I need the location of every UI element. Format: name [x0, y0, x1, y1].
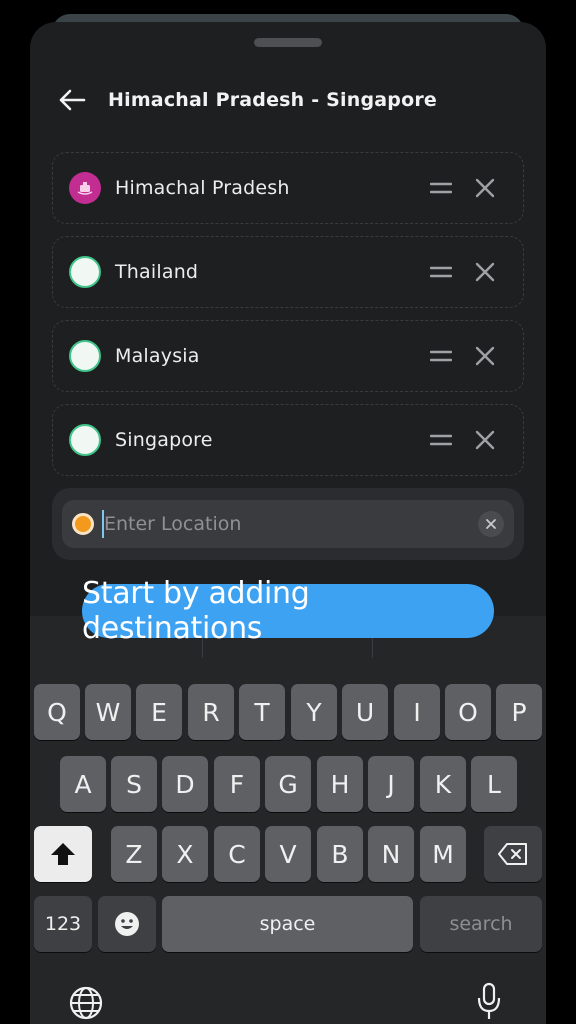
drag-handle-icon[interactable]: [429, 176, 453, 200]
page-title: Himachal Pradesh - Singapore: [108, 89, 437, 111]
waypoint-marker-icon: [69, 424, 101, 456]
close-icon: [486, 519, 496, 529]
close-icon: [475, 262, 495, 282]
key-j[interactable]: J: [368, 756, 414, 812]
drag-handle-icon[interactable]: [429, 344, 453, 368]
key-e[interactable]: E: [136, 684, 182, 740]
key-d[interactable]: D: [162, 756, 208, 812]
key-h[interactable]: H: [317, 756, 363, 812]
key-f[interactable]: F: [214, 756, 260, 812]
search-key[interactable]: search: [420, 896, 542, 952]
emoji-icon: [115, 912, 139, 936]
key-t[interactable]: T: [239, 684, 285, 740]
key-r[interactable]: R: [188, 684, 234, 740]
drag-handle-icon[interactable]: [429, 428, 453, 452]
emoji-key[interactable]: [98, 896, 156, 952]
close-icon: [475, 178, 495, 198]
stop-name: Himachal Pradesh: [115, 177, 290, 199]
key-o[interactable]: O: [445, 684, 491, 740]
microphone-icon[interactable]: [476, 982, 502, 1022]
clear-input-button[interactable]: [478, 511, 504, 537]
remove-stop-button[interactable]: [473, 260, 497, 284]
key-s[interactable]: S: [111, 756, 157, 812]
location-input[interactable]: [104, 513, 478, 535]
key-n[interactable]: N: [368, 826, 414, 882]
key-u[interactable]: U: [342, 684, 388, 740]
key-y[interactable]: Y: [291, 684, 337, 740]
key-v[interactable]: V: [265, 826, 311, 882]
backspace-key[interactable]: [484, 826, 542, 882]
key-a[interactable]: A: [60, 756, 106, 812]
key-p[interactable]: P: [496, 684, 542, 740]
shift-arrow-icon: [51, 843, 75, 865]
key-i[interactable]: I: [394, 684, 440, 740]
bottom-sheet: Himachal Pradesh - Singapore Himachal Pr…: [30, 22, 546, 1024]
remove-stop-button[interactable]: [473, 344, 497, 368]
stop-name: Malaysia: [115, 345, 200, 367]
waypoint-marker-icon: [69, 340, 101, 372]
key-k[interactable]: K: [420, 756, 466, 812]
remove-stop-button[interactable]: [473, 428, 497, 452]
drag-handle-icon[interactable]: [429, 260, 453, 284]
space-key[interactable]: space: [162, 896, 413, 952]
globe-icon[interactable]: [68, 985, 104, 1021]
numbers-key[interactable]: 123: [34, 896, 92, 952]
back-button[interactable]: [58, 82, 94, 118]
key-c[interactable]: C: [214, 826, 260, 882]
key-m[interactable]: M: [420, 826, 466, 882]
key-z[interactable]: Z: [111, 826, 157, 882]
close-icon: [475, 346, 495, 366]
location-input-box[interactable]: [62, 500, 514, 548]
location-marker-icon: [72, 513, 94, 535]
stop-name: Thailand: [115, 261, 199, 283]
remove-stop-button[interactable]: [473, 176, 497, 200]
add-location-row: [52, 488, 524, 560]
key-x[interactable]: X: [162, 826, 208, 882]
stop-item[interactable]: Singapore: [52, 404, 524, 476]
waypoint-marker-icon: [69, 256, 101, 288]
keyboard: Q W E R T Y U I O P A S D F G H J K L Z …: [30, 616, 546, 1024]
key-q[interactable]: Q: [34, 684, 80, 740]
close-icon: [475, 430, 495, 450]
stop-item[interactable]: Thailand: [52, 236, 524, 308]
start-marker-icon: [69, 172, 101, 204]
header: Himachal Pradesh - Singapore: [58, 82, 518, 118]
onboarding-tooltip: Start by adding destinations: [82, 576, 494, 646]
key-l[interactable]: L: [471, 756, 517, 812]
shift-key[interactable]: [34, 826, 92, 882]
key-g[interactable]: G: [265, 756, 311, 812]
stop-name: Singapore: [115, 429, 213, 451]
key-w[interactable]: W: [85, 684, 131, 740]
key-b[interactable]: B: [317, 826, 363, 882]
backspace-icon: [498, 843, 527, 865]
stop-item[interactable]: Malaysia: [52, 320, 524, 392]
arrow-left-icon: [59, 89, 86, 111]
sheet-handle[interactable]: [254, 38, 322, 47]
stop-item[interactable]: Himachal Pradesh: [52, 152, 524, 224]
